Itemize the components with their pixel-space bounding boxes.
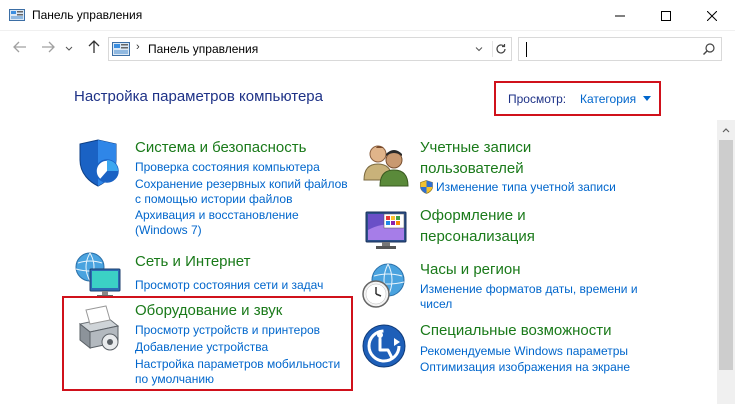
link-backup-restore[interactable]: Архивация и восстановление — [135, 207, 299, 223]
link-mobility-settings[interactable]: Настройка параметров мобильности — [135, 356, 340, 372]
link-recommended-windows-settings[interactable]: Рекомендуемые Windows параметры — [420, 343, 628, 359]
category-title-clock[interactable]: Часы и регион — [420, 259, 521, 281]
minimize-button[interactable] — [597, 0, 643, 31]
breadcrumb-path[interactable]: Панель управления — [148, 42, 258, 56]
printer-icon[interactable] — [72, 304, 124, 356]
title-bar: Панель управления — [0, 0, 735, 31]
control-panel-icon — [112, 42, 130, 56]
link-change-account-type[interactable]: Изменение типа учетной записи — [436, 179, 616, 195]
arrow-left-icon — [13, 41, 27, 56]
page-title: Настройка параметров компьютера — [74, 88, 323, 105]
category-title-accounts-line2[interactable]: пользователей — [420, 158, 524, 180]
network-globe-icon[interactable] — [72, 249, 124, 301]
forward-button[interactable] — [40, 40, 56, 56]
address-dropdown-button[interactable] — [472, 42, 486, 56]
users-icon[interactable] — [360, 138, 412, 190]
category-title-appearance-line2[interactable]: персонализация — [420, 226, 535, 248]
search-input[interactable] — [518, 37, 722, 61]
scroll-thumb[interactable] — [719, 140, 733, 370]
link-mobility-settings-cont[interactable]: по умолчанию — [135, 371, 214, 387]
monitor-palette-icon[interactable] — [360, 206, 412, 258]
up-button[interactable] — [86, 39, 102, 57]
minimize-icon — [615, 11, 625, 21]
chevron-up-icon — [722, 122, 730, 136]
scroll-up-button[interactable] — [717, 120, 735, 137]
window-title: Панель управления — [32, 8, 143, 22]
link-view-network-status[interactable]: Просмотр состояния сети и задач — [135, 277, 323, 293]
link-save-backup-copies-cont[interactable]: с помощью истории файлов — [135, 191, 292, 207]
maximize-icon — [661, 10, 671, 21]
shield-icon[interactable] — [74, 138, 126, 190]
breadcrumb-separator[interactable]: › — [136, 41, 140, 53]
vertical-scrollbar[interactable] — [717, 120, 735, 404]
link-backup-restore-cont[interactable]: (Windows 7) — [135, 222, 202, 238]
category-title-network[interactable]: Сеть и Интернет — [135, 251, 251, 273]
link-view-devices-printers[interactable]: Просмотр устройств и принтеров — [135, 322, 320, 338]
close-button[interactable] — [689, 0, 735, 31]
uac-shield-icon — [420, 180, 433, 194]
accessibility-icon[interactable] — [360, 320, 412, 372]
maximize-button[interactable] — [643, 0, 689, 31]
recent-locations-button[interactable] — [64, 40, 74, 56]
chevron-down-icon — [65, 41, 73, 55]
navigation-bar: › Панель управления — [0, 31, 735, 65]
arrow-right-icon — [41, 41, 55, 56]
caret-down-icon[interactable] — [643, 96, 651, 101]
text-caret — [526, 42, 527, 57]
address-bar[interactable]: › Панель управления — [108, 37, 512, 61]
category-title-accounts-line1[interactable]: Учетные записи — [420, 137, 531, 159]
link-check-computer-status[interactable]: Проверка состояния компьютера — [135, 159, 320, 175]
view-by-selector: Просмотр: Категория — [494, 81, 661, 116]
category-title-hardware[interactable]: Оборудование и звук — [135, 300, 282, 322]
category-title-ease[interactable]: Специальные возможности — [420, 320, 612, 342]
link-optimize-display[interactable]: Оптимизация изображения на экране — [420, 359, 630, 375]
search-icon[interactable] — [702, 42, 716, 56]
back-button[interactable] — [12, 40, 28, 56]
control-panel-icon — [9, 9, 25, 21]
link-change-date-time-formats[interactable]: Изменение форматов даты, времени и — [420, 281, 638, 297]
close-icon — [707, 10, 717, 21]
link-add-device[interactable]: Добавление устройства — [135, 339, 268, 355]
view-by-label: Просмотр: — [508, 92, 567, 106]
link-change-date-time-formats-cont[interactable]: чисел — [420, 296, 452, 312]
view-by-dropdown[interactable]: Категория — [580, 92, 636, 106]
category-title-appearance-line1[interactable]: Оформление и — [420, 205, 526, 227]
refresh-button[interactable] — [492, 41, 508, 57]
category-title-system[interactable]: Система и безопасность — [135, 137, 306, 159]
link-save-backup-copies[interactable]: Сохранение резервных копий файлов — [135, 176, 348, 192]
clock-globe-icon[interactable] — [360, 260, 412, 312]
arrow-up-icon — [88, 39, 100, 57]
